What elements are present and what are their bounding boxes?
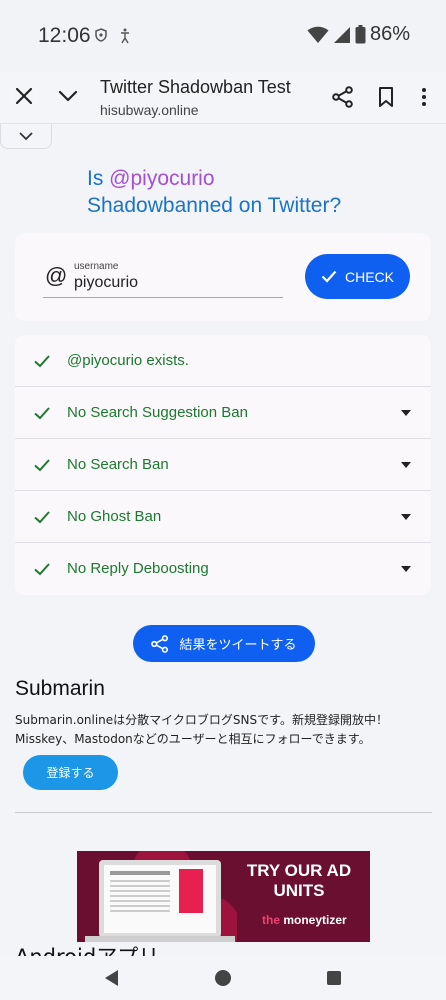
input-underline: [43, 297, 283, 298]
check-icon: [34, 511, 50, 524]
recents-icon[interactable]: [327, 971, 341, 985]
share-icon: [151, 634, 169, 653]
system-nav-bar: [0, 956, 446, 1000]
expand-caret-icon[interactable]: [401, 514, 411, 520]
more-options-icon[interactable]: [416, 85, 432, 109]
result-row-search-suggestion-ban[interactable]: No Search Suggestion Ban: [15, 387, 431, 439]
chevron-down-icon: [19, 131, 33, 140]
share-icon[interactable]: [332, 86, 354, 108]
result-row-search-ban[interactable]: No Search Ban: [15, 439, 431, 491]
result-text: No Search Suggestion Ban: [67, 404, 248, 421]
result-row-ghost-ban[interactable]: No Ghost Ban: [15, 491, 431, 543]
ad-banner[interactable]: TRY OUR AD UNITS the moneytizer: [77, 851, 370, 942]
status-bar: 12:06 86%: [0, 0, 446, 72]
collapse-toolbar-tab[interactable]: [0, 124, 52, 149]
wifi-icon: [307, 26, 329, 43]
check-icon: [34, 407, 50, 420]
result-row-reply-deboosting[interactable]: No Reply Deboosting: [15, 543, 431, 595]
at-sign: @: [45, 263, 68, 288]
tweet-result-button[interactable]: 結果をツイートする: [133, 625, 315, 662]
heading-prefix: Is: [87, 167, 110, 190]
battery-icon: [355, 25, 366, 44]
heading-line2: Shadowbanned on Twitter?: [87, 194, 342, 217]
check-icon: [34, 355, 50, 368]
result-text: No Reply Deboosting: [67, 560, 209, 577]
chevron-down-icon[interactable]: [56, 84, 80, 108]
ad-brand-logo: the moneytizer: [262, 913, 347, 927]
accessibility-icon: [121, 28, 129, 44]
checkmark-icon: [321, 270, 337, 283]
result-text: No Ghost Ban: [67, 508, 162, 525]
status-time: 12:06: [38, 24, 91, 47]
battery-percent: 86%: [369, 23, 410, 45]
section-divider: [15, 812, 432, 813]
heading-handle: @piyocurio: [109, 167, 215, 190]
browser-toolbar: Twitter Shadowban Test hisubway.online: [0, 72, 446, 124]
close-icon[interactable]: [12, 84, 36, 108]
bookmark-icon[interactable]: [376, 86, 396, 108]
result-text: @piyocurio exists.: [67, 352, 189, 369]
tweet-result-label: 結果をツイートする: [179, 638, 297, 653]
check-icon: [34, 459, 50, 472]
result-text: No Search Ban: [67, 456, 169, 473]
ad-brand-name: moneytizer: [283, 913, 347, 927]
expand-caret-icon[interactable]: [401, 566, 411, 572]
ad-laptop-illustration: [85, 851, 237, 942]
results-card: @piyocurio exists. No Search Suggestion …: [15, 335, 431, 595]
check-icon: [34, 563, 50, 576]
back-icon[interactable]: [105, 970, 118, 986]
signal-icon: [333, 26, 350, 43]
result-row-exists: @piyocurio exists.: [15, 335, 431, 387]
shield-icon: [95, 28, 107, 42]
page-url: hisubway.online: [100, 102, 199, 118]
username-label: username: [74, 261, 119, 272]
shadowban-question-heading: Is @piyocurio Shadowbanned on Twitter?: [87, 165, 341, 219]
username-form-card: @ username piyocurio CHECK: [15, 233, 431, 321]
username-input[interactable]: piyocurio: [74, 274, 138, 292]
page-title: Twitter Shadowban Test: [100, 77, 291, 97]
check-button-label: CHECK: [344, 268, 394, 285]
expand-caret-icon[interactable]: [401, 462, 411, 468]
home-icon[interactable]: [215, 970, 231, 986]
expand-caret-icon[interactable]: [401, 410, 411, 416]
ad-brand-the: the: [262, 913, 280, 927]
promo-description: Submarin.onlineは分散マイクロブログSNSです。新規登録開放中！ …: [15, 711, 435, 749]
promo-desc-line2: Misskey、Mastodonなどのユーザーと相互にフォローできます。: [15, 732, 371, 746]
ad-headline: TRY OUR AD UNITS: [246, 861, 352, 900]
status-right: 86%: [307, 23, 410, 46]
check-button[interactable]: CHECK: [305, 254, 410, 299]
promo-desc-line1: Submarin.onlineは分散マイクロブログSNSです。新規登録開放中！: [15, 713, 388, 727]
promo-title: Submarin: [15, 677, 105, 700]
register-button[interactable]: 登録する: [23, 755, 118, 790]
